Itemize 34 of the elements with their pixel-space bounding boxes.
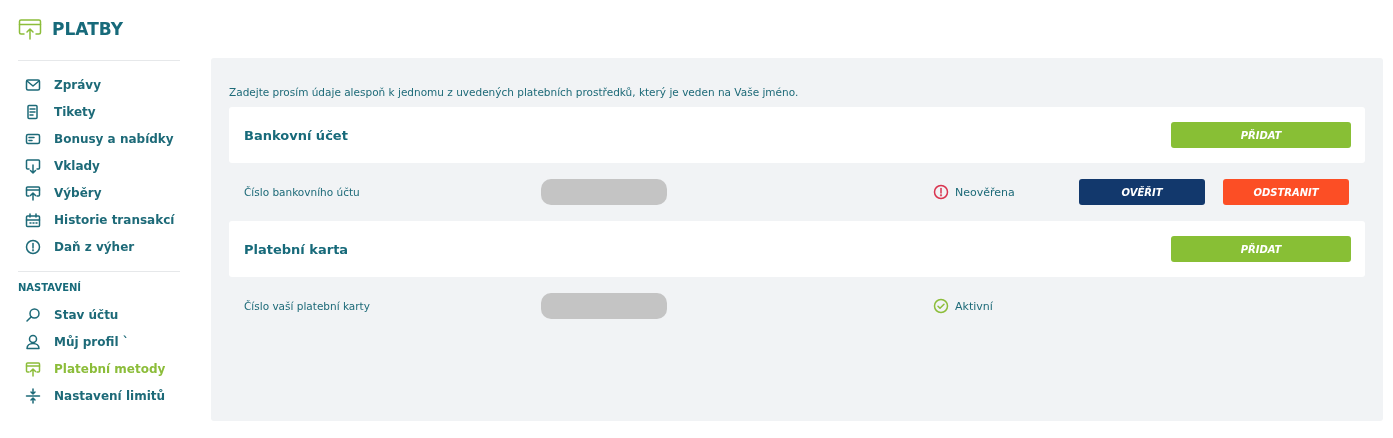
compress-icon <box>25 387 41 404</box>
intro-text: Zadejte prosím údaje alespoň k jednomu z uvedených platebních prostředků, který je veden na Vaše jméno. <box>229 86 800 98</box>
sidebar-item[interactable]: Bonusy a nabídky <box>18 125 180 152</box>
sidebar-item[interactable]: Vklady <box>18 152 180 179</box>
envelope-icon <box>25 76 41 93</box>
sidebar-item[interactable]: Daň z výher <box>18 233 180 260</box>
payment-icon <box>18 18 42 40</box>
user-icon <box>25 333 41 350</box>
exclamation-icon <box>25 238 41 255</box>
sidebar-item[interactable]: Zprávy <box>18 71 180 98</box>
withdrawal-icon <box>25 184 41 201</box>
sidebar-item[interactable]: Historie transakcí <box>18 206 180 233</box>
sidebar-item[interactable]: Stav účtu <box>18 301 180 328</box>
calendar-icon <box>25 211 41 228</box>
sidebar-item[interactable]: Nastavení limitů <box>18 382 180 409</box>
ticket-icon <box>25 103 41 120</box>
section-title: Bankovní účet <box>244 127 348 143</box>
warning-icon <box>933 184 949 200</box>
verify-button[interactable]: OVĚŘIT <box>1079 179 1205 205</box>
search-icon <box>25 306 41 323</box>
field-label: Číslo bankovního účtu <box>244 186 361 198</box>
status-text: Aktivní <box>955 299 993 313</box>
deposit-icon <box>25 157 41 174</box>
withdrawal-icon <box>25 360 41 377</box>
section-title: Platební karta <box>244 241 349 257</box>
sidebar-item[interactable]: Tikety <box>18 98 180 125</box>
remove-button[interactable]: ODSTRANIT <box>1223 179 1349 205</box>
field-label: Číslo vaší platební karty <box>244 300 371 312</box>
check-circle-icon <box>933 298 949 314</box>
page-title: PLATBY <box>52 19 124 39</box>
sidebar-item[interactable]: Můj profil ` <box>18 328 180 355</box>
sidebar-item[interactable]: Výběry <box>18 179 180 206</box>
section-heading: NASTAVENÍ <box>18 282 83 293</box>
status-text: Neověřena <box>955 185 1015 199</box>
